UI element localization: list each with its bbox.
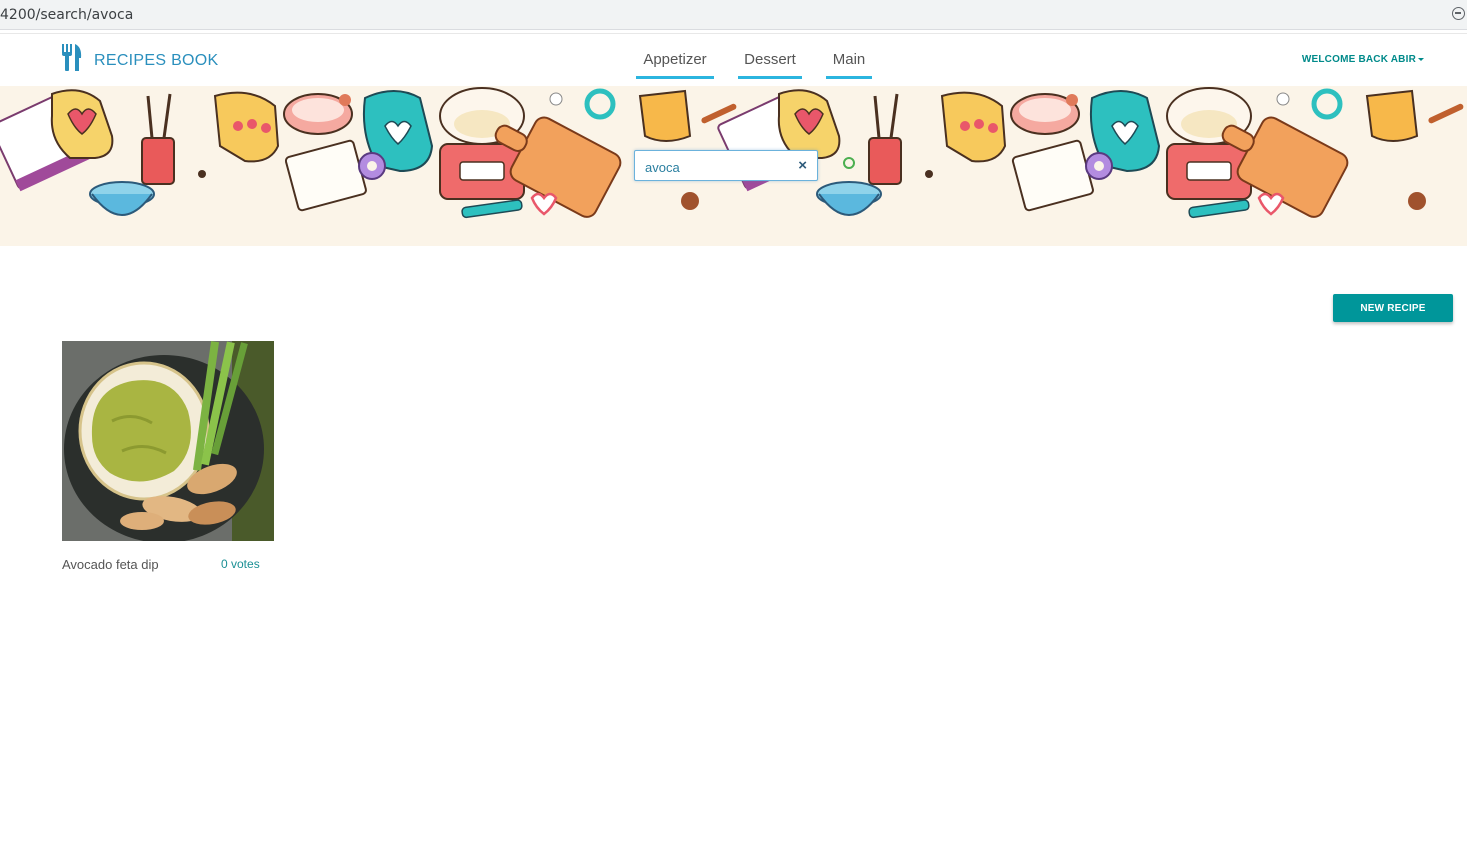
search-input[interactable] bbox=[645, 158, 785, 176]
brand-title: RECIPES BOOK bbox=[94, 52, 219, 69]
url-text[interactable]: 4200/search/avoca bbox=[0, 7, 133, 23]
recipe-card[interactable]: Avocado feta dip 0 votes bbox=[62, 341, 274, 572]
recipe-votes: 0 votes bbox=[221, 557, 260, 571]
new-recipe-button[interactable]: NEW RECIPE bbox=[1333, 294, 1453, 322]
user-menu-dropdown[interactable]: WELCOME BACK ABIR bbox=[1302, 54, 1424, 65]
search-icon[interactable] bbox=[843, 157, 855, 169]
welcome-label: WELCOME BACK ABIR bbox=[1301, 54, 1416, 65]
recipe-title[interactable]: Avocado feta dip bbox=[62, 557, 159, 572]
recipe-photo[interactable] bbox=[62, 341, 274, 541]
browser-address-bar[interactable]: 4200/search/avoca bbox=[0, 0, 1467, 30]
close-icon[interactable]: × bbox=[798, 157, 807, 175]
tab-appetizer[interactable]: Appetizer bbox=[636, 46, 714, 79]
search-box: × bbox=[634, 150, 818, 181]
tab-dessert[interactable]: Dessert bbox=[738, 46, 802, 79]
zoom-icon[interactable] bbox=[1452, 7, 1465, 20]
tab-main[interactable]: Main bbox=[826, 46, 872, 79]
header-divider bbox=[0, 33, 1467, 34]
caret-down-icon bbox=[1418, 57, 1424, 61]
fork-knife-icon bbox=[62, 44, 82, 71]
brand-link[interactable]: RECIPES BOOK bbox=[61, 44, 219, 72]
